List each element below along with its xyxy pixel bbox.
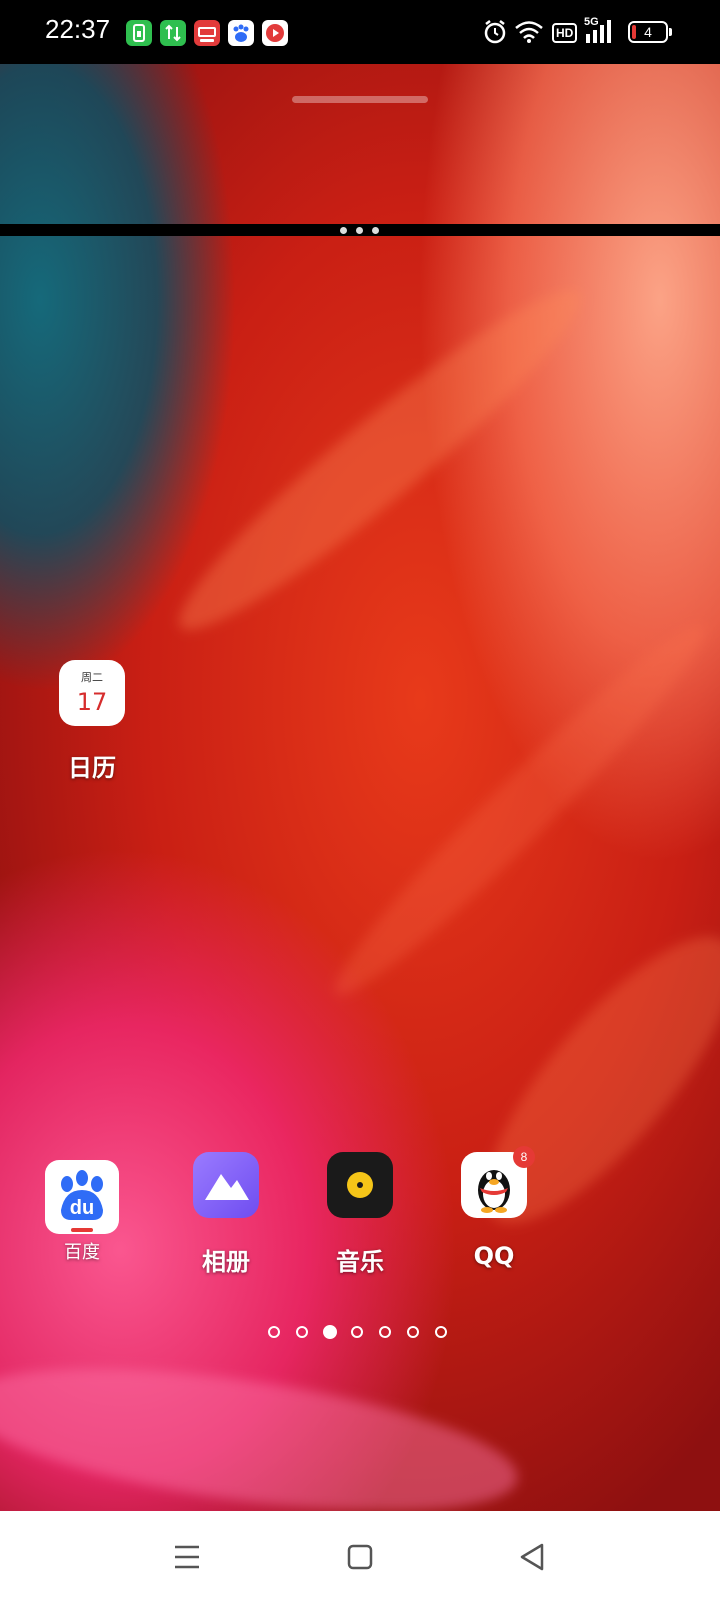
status-bar: 22:37 HD 5G 4 bbox=[0, 0, 720, 64]
baidu-paw-icon: du bbox=[45, 1160, 119, 1234]
battery-icon: 4 bbox=[628, 21, 672, 43]
page-dot[interactable] bbox=[296, 1326, 308, 1338]
notification-badge: 8 bbox=[513, 1146, 535, 1168]
page-dot-active[interactable] bbox=[323, 1325, 337, 1339]
divider-dot bbox=[356, 227, 363, 234]
qq-label: QQ bbox=[473, 1242, 515, 1270]
divider-dot bbox=[340, 227, 347, 234]
music-app[interactable]: 音乐 bbox=[318, 1152, 402, 1277]
divider-dot bbox=[372, 227, 379, 234]
home-icon[interactable] bbox=[340, 1537, 380, 1577]
calendar-day: 17 bbox=[76, 688, 108, 716]
qq-app[interactable]: 8 QQ bbox=[452, 1146, 536, 1270]
sim-icon bbox=[126, 20, 152, 46]
alarm-icon bbox=[482, 18, 508, 50]
wifi-icon bbox=[514, 20, 544, 48]
hd-label: HD bbox=[552, 23, 578, 43]
clock: 22:37 bbox=[45, 14, 111, 44]
disc-icon bbox=[327, 1152, 393, 1218]
menu-icon[interactable] bbox=[167, 1537, 207, 1577]
calendar-app[interactable]: 周二 17 日历 bbox=[50, 660, 134, 783]
gallery-app[interactable]: 相册 bbox=[184, 1152, 268, 1277]
data-transfer-icon bbox=[160, 20, 186, 46]
music-label: 音乐 bbox=[336, 1248, 384, 1276]
5g-signal-icon: 5G bbox=[584, 16, 620, 46]
search-app-icon bbox=[194, 20, 220, 46]
drawer-handle[interactable] bbox=[292, 96, 428, 103]
video-app-icon bbox=[262, 20, 288, 46]
battery-level: 4 bbox=[644, 24, 652, 40]
page-dot[interactable] bbox=[351, 1326, 363, 1338]
calendar-icon: 周二 17 bbox=[59, 660, 125, 726]
gallery-label: 相册 bbox=[202, 1248, 250, 1276]
calendar-weekday: 周二 bbox=[81, 671, 103, 684]
navigation-bar bbox=[0, 1511, 720, 1600]
back-icon[interactable] bbox=[512, 1537, 552, 1577]
page-dot[interactable] bbox=[268, 1326, 280, 1338]
penguin-icon: 8 bbox=[461, 1146, 535, 1218]
mountain-icon bbox=[193, 1152, 259, 1218]
page-dot[interactable] bbox=[379, 1326, 391, 1338]
page-dot[interactable] bbox=[435, 1326, 447, 1338]
page-dot[interactable] bbox=[407, 1326, 419, 1338]
calendar-label: 日历 bbox=[68, 754, 116, 782]
baidu-icon bbox=[228, 20, 254, 46]
baidu-label: 百度 bbox=[64, 1242, 100, 1263]
svg-text:du: du bbox=[70, 1197, 94, 1219]
baidu-app[interactable]: du 百度 bbox=[40, 1160, 124, 1264]
split-screen-divider[interactable] bbox=[0, 224, 720, 236]
hd-icon: HD bbox=[552, 22, 578, 43]
